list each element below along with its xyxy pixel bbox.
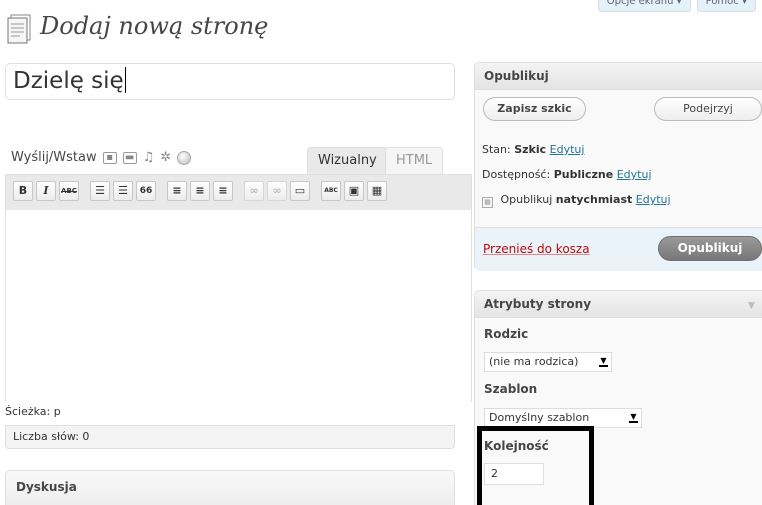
template-select[interactable]: Domyślny szablon ▼ <box>484 408 642 428</box>
parent-select-value: (nie ma rodzica) <box>489 355 579 368</box>
chevron-down-icon: ▼ <box>629 412 638 423</box>
visibility-edit-link[interactable]: Edytuj <box>617 168 652 181</box>
strikethrough-button[interactable]: ABC <box>59 181 79 201</box>
move-to-trash-link[interactable]: Przenieś do kosza <box>483 242 590 256</box>
schedule-line: ▦ Opublikuj natychmiast Edytuj <box>482 193 671 208</box>
preview-button[interactable]: Podejrzyj <box>654 97 762 121</box>
add-video-icon[interactable]: ▬ <box>122 151 137 164</box>
status-line: Stan: Szkic Edytuj <box>482 143 584 156</box>
numbered-list-button[interactable]: ☰ <box>113 181 133 201</box>
save-draft-button[interactable]: Zapisz szkic <box>483 97 586 121</box>
add-gallery-icon[interactable] <box>177 150 192 165</box>
status-label: Stan: <box>482 143 511 156</box>
fullscreen-button[interactable]: ▣ <box>344 181 364 201</box>
status-value: Szkic <box>514 143 547 156</box>
align-left-button[interactable]: ≡ <box>167 181 187 201</box>
template-label: Szablon <box>484 382 538 396</box>
discussion-box[interactable]: Dyskusja <box>5 470 455 505</box>
tab-visual[interactable]: Wizualny <box>307 147 388 174</box>
screen-meta-tabs: Opcje ekranu ▾ Pomoc ▾ <box>597 0 756 12</box>
parent-select[interactable]: (nie ma rodzica) ▼ <box>484 352 612 372</box>
insert-link-button[interactable]: ∞ <box>244 181 264 201</box>
discussion-title: Dyskusja <box>16 480 77 494</box>
italic-button[interactable]: I <box>36 181 56 201</box>
add-audio-icon[interactable]: ♫ <box>143 150 155 165</box>
bold-button[interactable]: B <box>13 181 33 201</box>
bullet-list-button[interactable]: ☰ <box>90 181 110 201</box>
post-title-text: Dzielę się <box>13 68 124 94</box>
tab-html[interactable]: HTML <box>385 147 444 174</box>
highlight-frame <box>477 426 594 505</box>
visibility-value: Publiczne <box>553 168 614 181</box>
add-image-icon[interactable]: ▪ <box>102 151 117 164</box>
insert-more-button[interactable]: ▭ <box>290 181 310 201</box>
visibility-line: Dostępność: Publiczne Edytuj <box>482 168 652 181</box>
media-buttons: Wyślij/Wstaw ▪ ▬ ♫ ✲ <box>11 150 192 165</box>
spellcheck-button[interactable]: ABC <box>321 181 341 201</box>
upload-insert-label: Wyślij/Wstaw <box>11 150 97 165</box>
editor-toolbar: B I ABC ☰ ☰ 66 ≡ ≡ ≡ ∞ ∞ ▭ ABC ▣ ▦ <box>5 174 472 210</box>
text-cursor <box>124 67 126 93</box>
editor-path: Ścieżka: p <box>5 405 61 418</box>
page-title: Dodaj nową stronę <box>40 12 269 40</box>
chevron-down-icon: ▼ <box>599 356 608 367</box>
add-media-icon[interactable]: ✲ <box>160 150 171 165</box>
publish-box-title[interactable]: Opublikuj <box>475 63 762 90</box>
publish-box: Opublikuj Zapisz szkic Podejrzyj Stan: S… <box>474 62 762 271</box>
publish-actions: Przenieś do kosza Opublikuj <box>475 227 762 271</box>
align-center-button[interactable]: ≡ <box>190 181 210 201</box>
status-edit-link[interactable]: Edytuj <box>550 143 585 156</box>
schedule-edit-link[interactable]: Edytuj <box>636 193 671 206</box>
page-attributes-title[interactable]: Atrybuty strony <box>475 291 762 318</box>
word-count: Liczba słów: 0 <box>5 425 455 449</box>
editor-content-area[interactable] <box>5 210 472 402</box>
toggle-arrow-icon[interactable]: ▼ <box>748 301 755 311</box>
schedule-value: natychmiast <box>555 193 633 206</box>
unlink-button[interactable]: ∞ <box>267 181 287 201</box>
visibility-label: Dostępność: <box>482 168 551 181</box>
publish-button[interactable]: Opublikuj <box>658 236 762 261</box>
schedule-label: Opublikuj <box>500 193 553 206</box>
screen-options-tab[interactable]: Opcje ekranu ▾ <box>597 0 691 12</box>
align-right-button[interactable]: ≡ <box>213 181 233 201</box>
post-title-input[interactable]: Dzielę się <box>5 63 455 100</box>
parent-label: Rodzic <box>484 327 529 341</box>
help-tab[interactable]: Pomoc ▾ <box>696 0 756 12</box>
page-icon <box>7 14 31 44</box>
template-select-value: Domyślny szablon <box>489 411 590 424</box>
calendar-icon: ▦ <box>482 197 493 208</box>
blockquote-button[interactable]: 66 <box>136 181 156 201</box>
kitchen-sink-button[interactable]: ▦ <box>367 181 387 201</box>
